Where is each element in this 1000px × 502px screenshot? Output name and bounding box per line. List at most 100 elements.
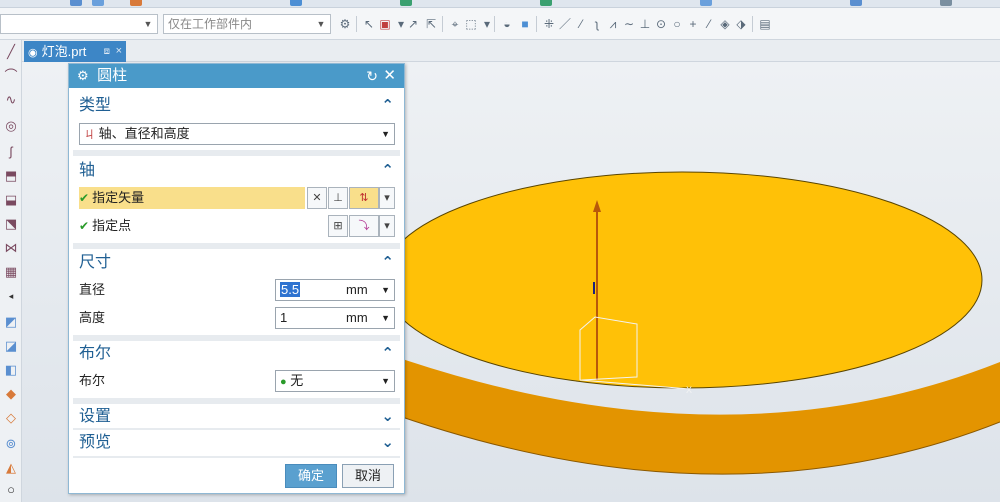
ribbon-icon[interactable] — [400, 0, 412, 6]
offset-surface-icon[interactable]: ◧ — [3, 362, 19, 378]
cylinder-dialog: ⚙ 圆柱 ↻ ✕ 类型 ⌃ ㄐ 轴、直径和高度 ▼ 轴 ⌃ ✔ 指定矢量 ✕ ⊥ … — [68, 63, 405, 494]
boolean-label: 布尔 — [79, 373, 106, 388]
snap-curve-icon[interactable]: ʅ — [590, 17, 604, 31]
selection-scope-dropdown[interactable]: 仅在工作部件内 ▼ — [163, 14, 331, 34]
revolve-icon[interactable]: ⬓ — [3, 192, 19, 208]
rectangle-select-icon[interactable]: ⬚ — [464, 17, 478, 31]
specify-vector-row[interactable]: ✔ 指定矢量 — [79, 187, 305, 209]
boolean-dropdown[interactable]: ● 无 ▼ — [275, 370, 395, 392]
section-axis-title: 轴 — [79, 162, 96, 179]
cursor-icon[interactable]: ↗ — [406, 17, 420, 31]
snap-face-icon[interactable]: ◈ — [718, 17, 732, 31]
chevron-down-icon[interactable]: ⌄ — [381, 404, 394, 430]
view-icon[interactable]: ◒ — [500, 17, 514, 31]
snap-point-icon[interactable]: ⁜ — [542, 17, 556, 31]
height-input[interactable]: 1 mm ▼ — [275, 307, 395, 329]
ribbon-icon[interactable] — [850, 0, 862, 6]
section-preview-header[interactable]: 预览 ⌄ — [73, 430, 400, 456]
snap-plus-icon[interactable]: + — [686, 17, 700, 31]
section-dimensions-header[interactable]: 尺寸 ⌃ — [73, 250, 400, 276]
snap-line-icon[interactable]: ／ — [558, 17, 572, 31]
lasso-icon[interactable]: ⌖ — [448, 17, 462, 31]
mesh-icon[interactable]: ⋈ — [3, 240, 19, 256]
close-icon[interactable]: ✕ — [383, 64, 396, 88]
section-boolean-header[interactable]: 布尔 ⌃ — [73, 341, 400, 367]
select-box-icon[interactable]: ▣ — [378, 17, 392, 31]
surface-icon[interactable]: ◩ — [3, 314, 19, 330]
solid-icon[interactable]: ▦ — [3, 264, 19, 280]
ribbon-icon[interactable] — [92, 0, 104, 6]
boolean-value: 无 — [290, 373, 304, 388]
ribbon-icon[interactable] — [700, 0, 712, 6]
point-dialog-icon[interactable]: ⊞ — [328, 215, 348, 237]
snap-grid-icon[interactable]: ⬗ — [734, 17, 748, 31]
extrude-icon[interactable]: ⬒ — [3, 168, 19, 184]
section-type-header[interactable]: 类型 ⌃ — [73, 93, 400, 119]
type-filter-dropdown[interactable]: ▼ — [0, 14, 158, 34]
chevron-left-icon[interactable]: ◂ — [3, 288, 19, 304]
circle-icon[interactable]: ○ — [3, 482, 19, 498]
snap-circle-icon[interactable]: ○ — [670, 17, 684, 31]
inferred-vector-icon[interactable]: ⊥ — [328, 187, 348, 209]
selection-toolbar: ▼ 仅在工作部件内 ▼ ⚙ ↖ ▣ ▾ ↗ ⇱ ⌖ ⬚ ▾ ◒ ■ ⁜ ／ ⁄ … — [0, 8, 1000, 40]
surface-mesh-icon[interactable]: ◪ — [3, 338, 19, 354]
chevron-down-icon[interactable]: ▾ — [379, 187, 395, 209]
chevron-down-icon[interactable]: ▼ — [381, 280, 390, 300]
dialog-title: 圆柱 — [97, 67, 128, 84]
height-label: 高度 — [79, 310, 106, 325]
ribbon-icon[interactable] — [940, 0, 952, 6]
diameter-input[interactable]: 5.5 mm ▼ — [275, 279, 395, 301]
gear-icon[interactable]: ⚙ — [77, 64, 93, 88]
cancel-button[interactable]: 取消 — [342, 464, 394, 488]
chevron-up-icon[interactable]: ⌃ — [381, 341, 394, 367]
chevron-down-icon[interactable]: ▾ — [480, 17, 494, 31]
chevron-up-icon[interactable]: ⌃ — [381, 250, 394, 276]
tab-part-file[interactable]: ◉ 灯泡.prt ⧈ × — [24, 41, 126, 62]
boolean-none-icon: ● — [280, 376, 287, 388]
ribbon-icon[interactable] — [540, 0, 552, 6]
type-dropdown[interactable]: ㄐ 轴、直径和高度 ▼ — [79, 123, 395, 145]
part-file-icon: ◉ — [28, 47, 38, 59]
snap-spline-icon[interactable]: ∼ — [622, 17, 636, 31]
inferred-point-icon[interactable]: ⤵ — [349, 215, 379, 237]
pin-icon[interactable]: ⧈ — [104, 41, 110, 62]
sweep-icon[interactable]: ⬔ — [3, 216, 19, 232]
specify-point-row[interactable]: ✔ 指定点 — [79, 215, 305, 237]
ribbon-icon[interactable] — [130, 0, 142, 6]
vector-dialog-icon[interactable]: ✕ — [307, 187, 327, 209]
chevron-up-icon[interactable]: ⌃ — [381, 158, 394, 184]
chevron-up-icon[interactable]: ⌃ — [381, 93, 394, 119]
height-row: 高度 — [79, 307, 279, 329]
tube-icon[interactable]: ⊚ — [3, 436, 19, 452]
snap-arc-center-icon[interactable]: ⊙ — [654, 17, 668, 31]
spline-icon[interactable]: ∿ — [3, 92, 19, 108]
cube-icon[interactable]: ■ — [518, 17, 532, 31]
arc-icon[interactable]: ⌒ — [3, 68, 19, 84]
chamfer-icon[interactable]: ◭ — [3, 460, 19, 476]
reset-icon[interactable]: ↻ — [366, 64, 378, 88]
trim-icon[interactable]: ◇ — [3, 410, 19, 426]
chevron-down-icon[interactable]: ▼ — [381, 308, 390, 328]
section-settings-header[interactable]: 设置 ⌄ — [73, 404, 400, 430]
close-icon[interactable]: × — [116, 41, 122, 62]
chevron-down-icon[interactable]: ▾ — [379, 215, 395, 237]
sketch-icon[interactable]: ◎ — [3, 118, 19, 134]
filter-icon[interactable]: ⚙ — [338, 17, 352, 31]
snap-line-icon[interactable]: ⁄ — [574, 17, 588, 31]
snap-icon[interactable]: ↖ — [362, 17, 376, 31]
snap-tangent-icon[interactable]: ⁄ — [702, 17, 716, 31]
blend-icon[interactable]: ◆ — [3, 386, 19, 402]
ok-button[interactable]: 确定 — [285, 464, 337, 488]
curve-icon[interactable]: ʃ — [3, 144, 19, 160]
list-icon[interactable]: ▤ — [758, 17, 772, 31]
snap-perpendicular-icon[interactable]: ⊥ — [638, 17, 652, 31]
chevron-down-icon[interactable]: ⌄ — [381, 430, 394, 456]
type-selected-value: 轴、直径和高度 — [98, 126, 190, 141]
line-icon[interactable]: ╱ — [3, 44, 19, 60]
select-all-icon[interactable]: ⇱ — [424, 17, 438, 31]
snap-intersection-icon[interactable]: ⩘ — [606, 17, 620, 31]
section-axis-header[interactable]: 轴 ⌃ — [73, 158, 400, 184]
reverse-direction-icon[interactable]: ⇅ — [349, 187, 379, 209]
ribbon-icon[interactable] — [290, 0, 302, 6]
ribbon-icon[interactable] — [70, 0, 82, 6]
